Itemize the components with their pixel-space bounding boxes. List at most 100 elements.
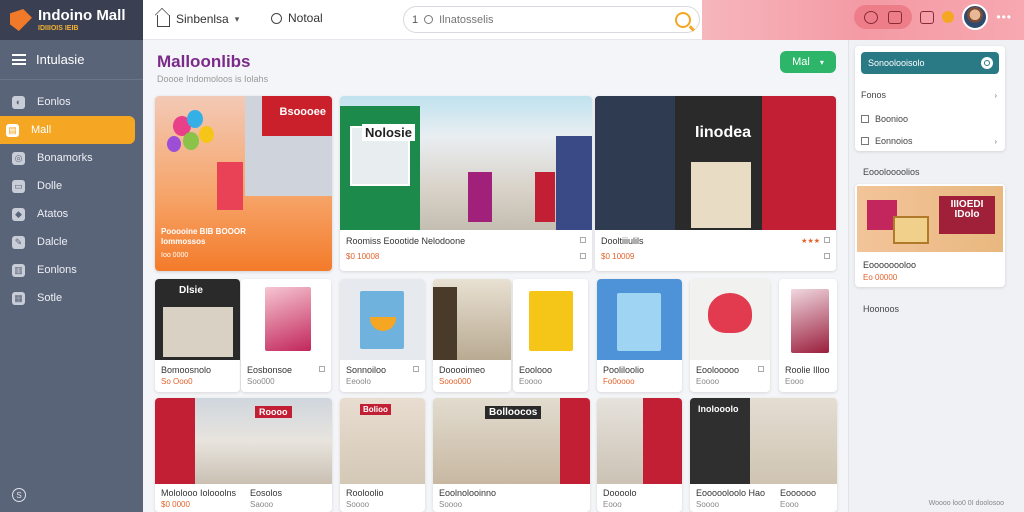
brand-tagline: IDIIIOIS IEIB bbox=[38, 25, 79, 32]
shop-front bbox=[535, 172, 555, 222]
card-title: Pooliloolio bbox=[603, 365, 645, 375]
product-image bbox=[513, 279, 588, 360]
filter-row[interactable]: Fonos › bbox=[861, 90, 999, 100]
top-bar-actions: ••• bbox=[854, 4, 1012, 30]
message-icon[interactable] bbox=[920, 10, 935, 24]
cart-icon[interactable] bbox=[888, 10, 903, 24]
product-card[interactable]: Doooolo Eooo bbox=[597, 398, 682, 512]
card-title: Eoolooo bbox=[519, 365, 553, 375]
main-content: Malloonlibs Doooe Indomoloos is Iolahs M… bbox=[143, 40, 848, 512]
home-label: Sinbenlsa bbox=[176, 12, 229, 26]
expand-icon[interactable] bbox=[824, 237, 830, 243]
brand[interactable]: Indoino Mall IDIIIOIS IEIB bbox=[0, 0, 143, 40]
home-dropdown[interactable]: Sinbenlsa ▾ bbox=[157, 11, 239, 27]
hero-card[interactable]: Nolosie Roomiss Eoootide Nelodoone $0 10… bbox=[340, 96, 592, 271]
product-card[interactable]: Eoolooooo Eoooo bbox=[690, 279, 770, 392]
promo-card[interactable]: IIIOEDI IDolo Eoooooooloo Eo 00000 bbox=[855, 184, 1005, 287]
product-card[interactable]: Bolloocos Eoolnolooinno Soooo bbox=[433, 398, 590, 512]
product-image bbox=[690, 279, 770, 360]
menu-icon[interactable] bbox=[12, 54, 26, 65]
promo-title: Eoooooooloo bbox=[863, 260, 917, 270]
book-cover bbox=[791, 289, 829, 353]
chart-icon: ▥ bbox=[12, 263, 25, 277]
sidebar-item-5[interactable]: ◆ Atatos bbox=[0, 200, 137, 228]
storefront-red bbox=[155, 398, 195, 484]
hero-card[interactable]: Iinodea Dooltiiiulils $0 10009 ★★★ bbox=[595, 96, 836, 271]
card-price: Soooo bbox=[346, 500, 370, 509]
search-input[interactable] bbox=[439, 13, 670, 26]
sidebar-item-8[interactable]: ▦ Sotle bbox=[0, 284, 137, 312]
filter-checkbox[interactable]: Eonnoios › bbox=[861, 136, 999, 146]
bookmark-icon[interactable] bbox=[413, 366, 419, 372]
product-card[interactable]: Pooliloolio Fo0oooo bbox=[597, 279, 682, 392]
sidebar: Indoino Mall IDIIIOIS IEIB Intulasie ◐ E… bbox=[0, 0, 143, 512]
store-sign: Bolioo bbox=[360, 404, 391, 415]
card-title: Dooooimeo bbox=[439, 365, 486, 375]
filter-row-label: Fonos bbox=[861, 90, 887, 100]
book-cover bbox=[617, 293, 661, 351]
promo-image: IIIOEDI IDolo bbox=[857, 186, 1003, 252]
filter-row-label: Boonioo bbox=[875, 114, 909, 124]
sidebar-item-3[interactable]: ◎ Bonamorks bbox=[0, 144, 137, 172]
clock-icon bbox=[981, 57, 993, 69]
mall-interior-image: Bolioo bbox=[340, 398, 425, 484]
product-card[interactable]: Eosbonsoe Soo000 bbox=[241, 279, 331, 392]
chat-icon bbox=[271, 12, 282, 24]
book-cover bbox=[265, 287, 311, 351]
notifications-link[interactable]: Notoal bbox=[271, 11, 323, 25]
product-card[interactable]: Roolie Illoo Eooo bbox=[779, 279, 837, 392]
card-price: Eoooo bbox=[519, 377, 543, 386]
sidebar-item-4[interactable]: ▭ Dolle bbox=[0, 172, 137, 200]
balloon bbox=[187, 110, 203, 128]
more-options-icon[interactable]: ••• bbox=[996, 10, 1012, 24]
mall-logo-icon bbox=[10, 9, 32, 31]
filter-header[interactable]: Sonoolooisolo bbox=[861, 52, 999, 74]
search-button[interactable] bbox=[675, 12, 691, 28]
sidebar-nav: ◐ Eonlos ▤ Mall ◎ Bonamorks ▭ Dolle ◆ At… bbox=[0, 80, 143, 312]
heart-gift bbox=[708, 293, 752, 333]
card-price: $0 10008 bbox=[346, 252, 380, 261]
featured-title: Pooooine BIB BOOOR Iommossos bbox=[161, 227, 246, 246]
sidebar-item-6[interactable]: ✎ Dalcle bbox=[0, 228, 137, 256]
product-card[interactable]: Inolooolo Eoooooloolo Hao Soooo Eoooooo … bbox=[690, 398, 837, 512]
mall-interior-image: Iinodea bbox=[595, 96, 836, 230]
product-card[interactable]: Roooo Mololooo Iolooolns $0 0000 Eosolos… bbox=[155, 398, 332, 512]
card-price: Soooo bbox=[696, 500, 720, 509]
product-image bbox=[340, 279, 425, 360]
product-card[interactable]: Sonnoiloo Eeoolo bbox=[340, 279, 425, 392]
store-sign: Inolooolo bbox=[698, 404, 739, 414]
pen-icon: ✎ bbox=[12, 235, 25, 249]
mall-interior-image: Inolooolo bbox=[690, 398, 837, 484]
share-icon[interactable] bbox=[580, 253, 586, 259]
checkbox[interactable] bbox=[861, 115, 869, 123]
avatar[interactable] bbox=[962, 4, 989, 30]
notification-bell-icon[interactable] bbox=[942, 11, 955, 23]
sidebar-item-1[interactable]: ◐ Eonlos bbox=[0, 88, 137, 116]
checkbox[interactable] bbox=[861, 137, 869, 145]
sidebar-item-mall[interactable]: ▤ Mall bbox=[0, 116, 135, 144]
card-title: Eoooooloolo Hao bbox=[696, 488, 766, 498]
card-price: Fo0oooo bbox=[603, 377, 635, 386]
share-icon[interactable] bbox=[824, 253, 830, 259]
card-price: Eeoolo bbox=[346, 377, 371, 386]
page-subtitle: Doooe Indomoloos is Iolahs bbox=[157, 74, 269, 84]
product-card[interactable]: Dooooimeo Sooo000 bbox=[433, 279, 511, 392]
product-card[interactable]: Eoolooo Eoooo bbox=[513, 279, 588, 392]
product-card[interactable]: Dlsie Bomoosnolo So Ooo0 bbox=[155, 279, 240, 392]
bookmark-icon[interactable] bbox=[319, 366, 325, 372]
bookmark-icon[interactable] bbox=[758, 366, 764, 372]
mall-button[interactable]: Mal ▾ bbox=[780, 51, 836, 73]
settings-icon[interactable]: S bbox=[12, 488, 26, 502]
promo-sign: IIIOEDI IDolo bbox=[939, 196, 995, 234]
product-card[interactable]: Bolioo Rooloolio Soooo bbox=[340, 398, 425, 512]
card-price: Soo000 bbox=[247, 377, 275, 386]
card-price: Eoooo bbox=[696, 377, 720, 386]
user-icon[interactable] bbox=[864, 10, 879, 24]
card-title: Roomiss Eoootide Nelodoone bbox=[346, 236, 466, 246]
expand-icon[interactable] bbox=[580, 237, 586, 243]
storefront bbox=[556, 136, 592, 230]
product-image bbox=[241, 279, 331, 360]
sidebar-item-7[interactable]: ▥ Eonlons bbox=[0, 256, 137, 284]
featured-card[interactable]: Bsoooee Pooooine BIB BOOOR Iommossos Ioo… bbox=[155, 96, 332, 271]
filter-checkbox[interactable]: Boonioo bbox=[861, 114, 999, 124]
